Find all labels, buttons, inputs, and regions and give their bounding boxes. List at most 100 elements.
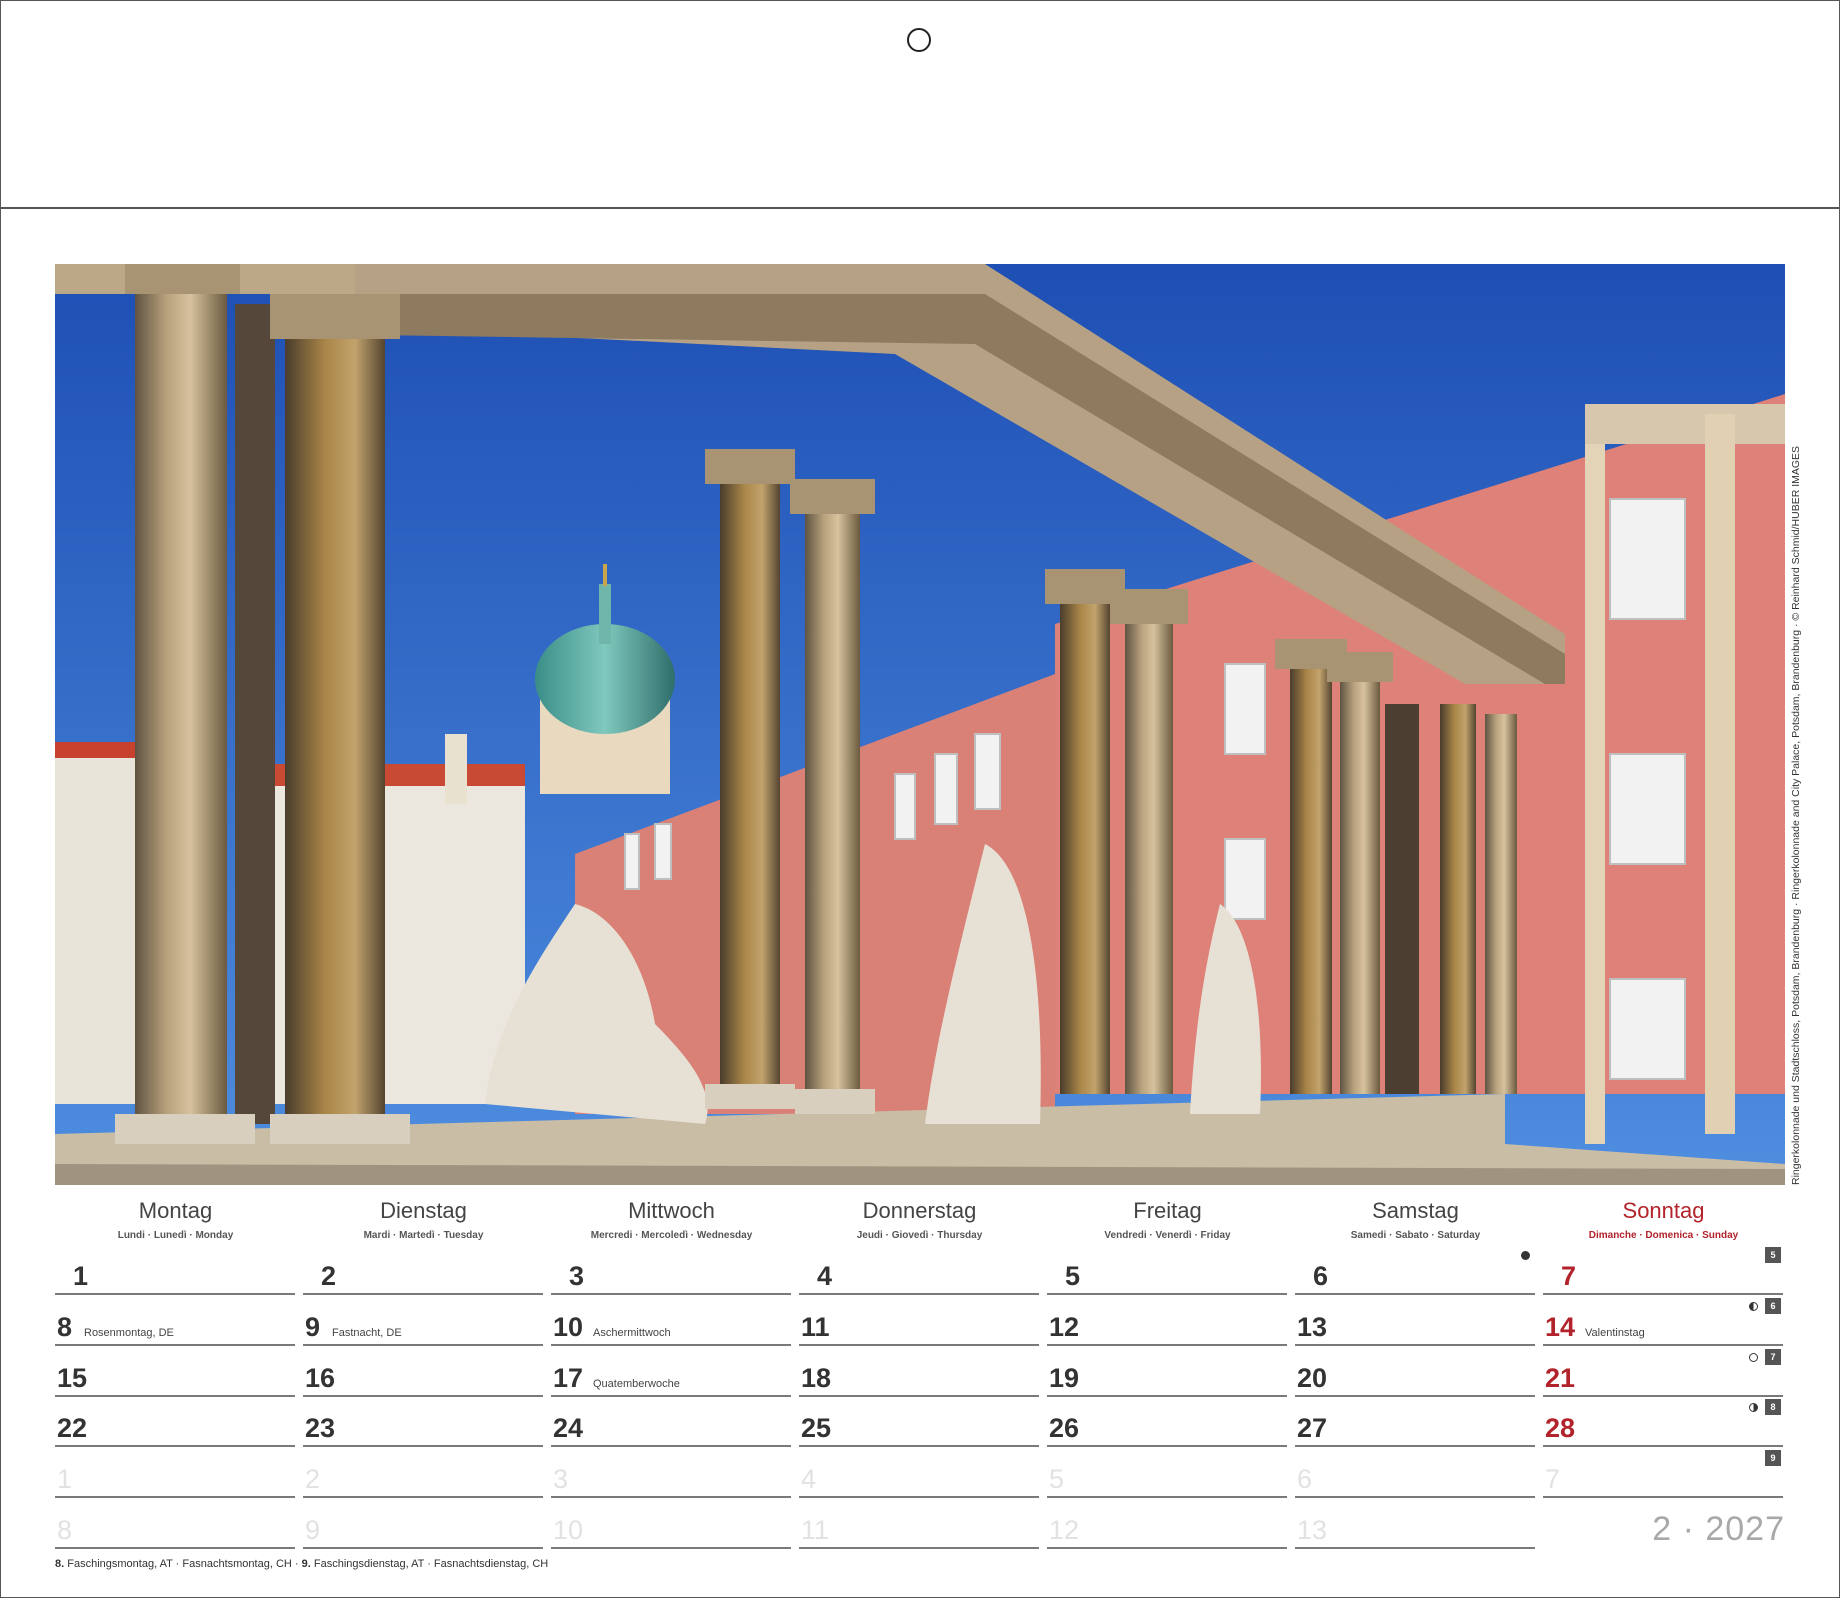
day-number: 9 xyxy=(305,1312,321,1342)
weekday-name: Samstag xyxy=(1372,1198,1459,1223)
week-number-badge: 9 xyxy=(1765,1450,1781,1466)
first-quarter-icon xyxy=(1749,1302,1758,1311)
day-cell[interactable]: 15 xyxy=(55,1347,295,1397)
day-cell[interactable]: 6 xyxy=(1295,1448,1535,1498)
photo-illustration xyxy=(55,264,1785,1185)
day-number: 10 xyxy=(553,1515,584,1545)
day-cell[interactable]: 16 xyxy=(303,1347,543,1397)
day-cell[interactable]: 7 xyxy=(1543,1448,1783,1498)
day-cell[interactable]: 3 xyxy=(551,1245,791,1295)
day-cell[interactable]: 28 xyxy=(1543,1397,1783,1447)
day-cell[interactable]: 21 xyxy=(1543,1347,1783,1397)
day-number: 2 xyxy=(321,1261,337,1291)
day-number: 1 xyxy=(57,1464,73,1494)
weekday-name: Mittwoch xyxy=(628,1198,715,1223)
day-number: 16 xyxy=(305,1363,336,1393)
weekday-header: Samstag Samedi · Sabato · Saturday xyxy=(1292,1196,1539,1241)
weekday-translations: Jeudi · Giovedì · Thursday xyxy=(856,1230,983,1241)
day-number: 17 xyxy=(553,1363,584,1393)
day-cell[interactable]: 2 xyxy=(303,1245,543,1295)
day-number: 24 xyxy=(553,1413,584,1443)
day-cell[interactable]: 9 xyxy=(303,1499,543,1549)
day-number: 5 xyxy=(1065,1261,1081,1291)
day-number: 12 xyxy=(1049,1312,1080,1342)
day-number: 6 xyxy=(1313,1261,1329,1291)
day-number: 20 xyxy=(1297,1363,1328,1393)
holiday-footnote: 8. Faschingsmontag, AT · Fasnachtsmontag… xyxy=(55,1558,548,1570)
day-cell[interactable]: 9 Fastnacht, DE xyxy=(303,1296,543,1346)
day-number: 13 xyxy=(1297,1312,1328,1342)
day-cell[interactable]: 19 xyxy=(1047,1347,1287,1397)
day-number: 5 xyxy=(1049,1464,1065,1494)
day-cell[interactable]: 5 xyxy=(1047,1245,1287,1295)
day-number: 7 xyxy=(1561,1261,1577,1291)
day-note: Aschermittwoch xyxy=(593,1327,671,1339)
day-cell[interactable]: 10 xyxy=(551,1499,791,1549)
day-cell[interactable]: 1 xyxy=(55,1448,295,1498)
day-cell[interactable]: 12 xyxy=(1047,1499,1287,1549)
weekday-name: Dienstag xyxy=(380,1198,467,1223)
day-number: 8 xyxy=(57,1312,73,1342)
day-cell[interactable]: 13 xyxy=(1295,1296,1535,1346)
day-number: 14 xyxy=(1545,1312,1576,1342)
day-cell[interactable]: 4 xyxy=(799,1245,1039,1295)
day-number: 4 xyxy=(817,1261,833,1291)
weekday-header: Dienstag Mardi · Martedì · Tuesday xyxy=(300,1196,547,1241)
month-year-label: 2 · 2027 xyxy=(1652,1510,1785,1548)
day-number: 12 xyxy=(1049,1515,1080,1545)
day-cell[interactable]: 24 xyxy=(551,1397,791,1447)
day-number: 7 xyxy=(1545,1464,1561,1494)
day-cell[interactable]: 14 Valentinstag xyxy=(1543,1296,1783,1346)
day-cell[interactable]: 2 xyxy=(303,1448,543,1498)
day-number: 11 xyxy=(801,1312,830,1342)
day-cell[interactable]: 22 xyxy=(55,1397,295,1447)
weekday-translations: Samedi · Sabato · Saturday xyxy=(1350,1230,1481,1241)
day-cell[interactable]: 8 xyxy=(55,1499,295,1549)
day-cell[interactable]: 27 xyxy=(1295,1397,1535,1447)
day-cell[interactable]: 5 xyxy=(1047,1448,1287,1498)
full-moon-icon xyxy=(1749,1353,1758,1362)
day-cell[interactable]: 10 Aschermittwoch xyxy=(551,1296,791,1346)
weekday-name: Donnerstag xyxy=(862,1198,977,1223)
day-cell[interactable]: 3 xyxy=(551,1448,791,1498)
day-cell[interactable]: 4 xyxy=(799,1448,1039,1498)
day-cell[interactable]: 7 xyxy=(1543,1245,1783,1295)
new-moon-icon xyxy=(1521,1251,1530,1260)
day-number: 13 xyxy=(1297,1515,1328,1545)
day-number: 1 xyxy=(73,1261,89,1291)
day-cell[interactable]: 18 xyxy=(799,1347,1039,1397)
hanging-hole xyxy=(907,28,931,52)
weekday-translations: Mardi · Martedì · Tuesday xyxy=(363,1230,484,1241)
day-cell[interactable]: 12 xyxy=(1047,1296,1287,1346)
weekday-header: Montag Lundi · Lunedì · Monday xyxy=(52,1196,299,1241)
day-number: 26 xyxy=(1049,1413,1080,1443)
weekday-translations: Mercredi · Mercoledì · Wednesday xyxy=(590,1230,753,1241)
weekday-translations: Lundi · Lunedì · Monday xyxy=(117,1230,234,1241)
day-cell[interactable]: 23 xyxy=(303,1397,543,1447)
day-cell[interactable]: 25 xyxy=(799,1397,1039,1447)
week-number-badge: 5 xyxy=(1765,1247,1781,1263)
day-number: 19 xyxy=(1049,1363,1080,1393)
weekday-header: Sonntag Dimanche · Domenica · Sunday xyxy=(1540,1196,1787,1241)
day-number: 3 xyxy=(553,1464,569,1494)
day-number: 21 xyxy=(1545,1363,1576,1393)
day-note: Rosenmontag, DE xyxy=(84,1327,174,1339)
footnote-day-8-text: Faschingsmontag, AT · Fasnachtsmontag, C… xyxy=(67,1558,299,1570)
day-cell[interactable]: 11 xyxy=(799,1296,1039,1346)
day-note: Valentinstag xyxy=(1585,1327,1645,1339)
day-number: 28 xyxy=(1545,1413,1576,1443)
weekday-header: Mittwoch Mercredi · Mercoledì · Wednesday xyxy=(548,1196,795,1241)
weekday-translations: Dimanche · Domenica · Sunday xyxy=(1588,1230,1739,1241)
week-number-badge: 6 xyxy=(1765,1298,1781,1314)
weekday-translations: Vendredi · Venerdì · Friday xyxy=(1104,1230,1231,1241)
day-cell[interactable]: 20 xyxy=(1295,1347,1535,1397)
day-cell[interactable]: 17 Quatemberwoche xyxy=(551,1347,791,1397)
day-cell[interactable]: 8 Rosenmontag, DE xyxy=(55,1296,295,1346)
footnote-day-9: 9. xyxy=(301,1558,311,1570)
day-cell[interactable]: 26 xyxy=(1047,1397,1287,1447)
day-cell[interactable]: 11 xyxy=(799,1499,1039,1549)
day-cell[interactable]: 13 xyxy=(1295,1499,1535,1549)
day-cell[interactable]: 6 xyxy=(1295,1245,1535,1295)
weekday-header: Donnerstag Jeudi · Giovedì · Thursday xyxy=(796,1196,1043,1241)
day-cell[interactable]: 1 xyxy=(55,1245,295,1295)
